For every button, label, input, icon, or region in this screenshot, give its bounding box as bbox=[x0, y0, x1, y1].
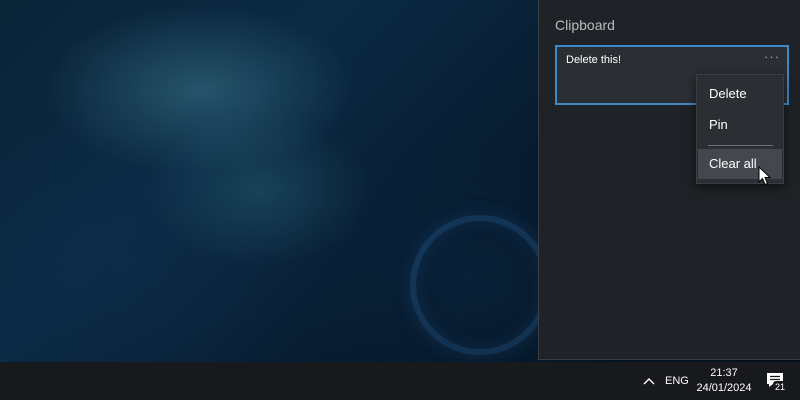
clock-time: 21:37 bbox=[710, 367, 738, 379]
menu-divider bbox=[708, 145, 773, 146]
clipboard-item-text: Delete this! bbox=[566, 54, 622, 66]
chevron-up-icon[interactable] bbox=[640, 373, 658, 389]
ellipsis-icon[interactable]: ··· bbox=[764, 50, 780, 63]
language-indicator[interactable]: ENG bbox=[665, 375, 689, 387]
clock[interactable]: 21:37 24/01/2024 bbox=[694, 366, 754, 396]
mouse-pointer-icon bbox=[758, 166, 772, 186]
action-center-button[interactable]: 21 bbox=[763, 369, 789, 395]
notification-count-badge: 21 bbox=[773, 381, 787, 393]
menu-item-pin[interactable]: Pin bbox=[698, 110, 782, 140]
clipboard-title: Clipboard bbox=[555, 17, 615, 33]
taskbar: ENG 21:37 24/01/2024 21 bbox=[0, 362, 800, 400]
clock-date: 24/01/2024 bbox=[696, 382, 752, 394]
menu-item-delete[interactable]: Delete bbox=[698, 79, 782, 109]
wallpaper-ring bbox=[410, 215, 550, 355]
